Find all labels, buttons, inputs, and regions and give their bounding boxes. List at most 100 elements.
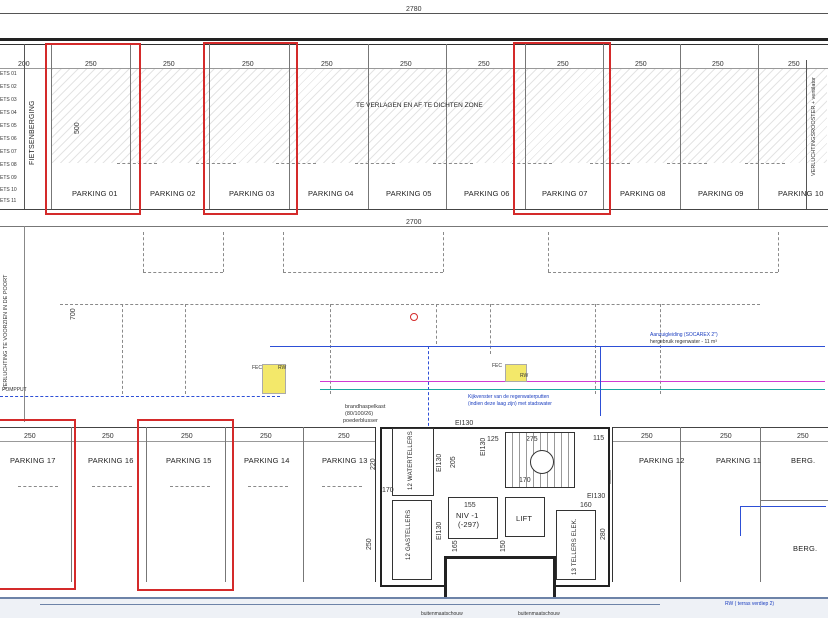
service-duct [443, 232, 444, 272]
highlight-parking-15 [137, 419, 234, 591]
bay-dim: 250 [797, 433, 809, 440]
parking-space-label: PARKING 16 [88, 456, 134, 465]
gas-pipe [320, 381, 825, 382]
parking-space-label: PARKING 14 [244, 456, 290, 465]
gas-meter-room [392, 500, 432, 580]
stair-landing [530, 450, 554, 474]
bay-dim: 250 [641, 433, 653, 440]
facade-label: buitenmaatschouw [421, 611, 463, 617]
dimension-165: 165 [452, 540, 459, 552]
service-duct [143, 272, 223, 273]
highlight-parking-03 [203, 42, 298, 215]
level-value: (-297) [458, 520, 480, 529]
highlight-parking-01 [45, 43, 141, 215]
fec-label: FEC [492, 363, 502, 369]
vertical-pipe [600, 346, 601, 416]
zone-hatch [52, 69, 827, 163]
parking-space-label: PARKING 10 [778, 189, 824, 198]
wheel-stop [322, 486, 362, 487]
fire-hose-dims: (80/100/26) [345, 411, 374, 417]
service-duct [60, 304, 760, 305]
service-duct [185, 304, 186, 394]
pit-note-2: (indien deze laag zijn) met stadswater [468, 401, 552, 407]
bike-row: ETS 08 [0, 162, 17, 168]
bike-row: ETS 03 [0, 97, 17, 103]
service-duct [778, 232, 779, 272]
wheel-stop [745, 163, 785, 164]
ei-rating: EI130 [436, 521, 443, 540]
bottom-dim-line [612, 441, 828, 442]
service-duct [283, 272, 443, 273]
bay-dim: 250 [478, 61, 490, 68]
facade-band [0, 597, 828, 618]
overall-dimension-top: 2780 [406, 6, 422, 13]
highlight-parking-17 [0, 419, 76, 590]
bike-storage-rows: ETS 01 ETS 02 ETS 03 ETS 04 ETS 05 ETS 0… [0, 69, 22, 209]
bay-divider [375, 427, 376, 582]
rainwater-pipe [270, 346, 825, 347]
service-duct [548, 232, 549, 272]
bay-divider [758, 44, 759, 209]
rw-label: RW [520, 373, 529, 379]
bottom-parking-edge [612, 427, 828, 428]
elec-meters-label: 13 TELLERS ELEK. [572, 518, 578, 575]
top-wall [0, 38, 828, 41]
service-duct [283, 232, 284, 272]
storage-label: BERG. [793, 544, 818, 553]
facade-label: buitenmaatschouw [518, 611, 560, 617]
bike-row: ETS 09 [0, 175, 17, 181]
bike-row: ETS 04 [0, 110, 17, 116]
dimension-220: 220 [370, 458, 377, 470]
bike-row: ETS 06 [0, 136, 17, 142]
rw-terrace-note: RW ( terras verdiep 2) [725, 601, 775, 607]
dimension-125: 125 [487, 436, 499, 443]
zone-label: TE VERLAGEN EN AF TE DICHTEN ZONE [356, 102, 483, 109]
wheel-stop [248, 486, 288, 487]
mid-dimension-line [0, 226, 828, 227]
depth-dimension-mid: 700 [70, 308, 77, 320]
parking-space-label: PARKING 11 [716, 456, 762, 465]
overall-dimension-mid: 2700 [406, 219, 422, 226]
rainwater-note-2: hergebruik regenwater - 11 m³ [650, 339, 717, 345]
vertical-pipe [428, 346, 429, 431]
parking-space-label: PARKING 12 [639, 456, 685, 465]
bike-storage-label: FIETSENBERGING [29, 100, 36, 165]
fire-hose-label: brandhaspelkast [345, 404, 386, 410]
ei-rating: EI130 [436, 453, 443, 472]
bike-row: ETS 01 [0, 71, 17, 77]
bay-divider [368, 44, 369, 209]
bay-divider [760, 427, 761, 582]
storage-divider [760, 500, 828, 501]
service-duct [223, 232, 224, 272]
bay-divider [680, 427, 681, 582]
bay-dim: 250 [163, 61, 175, 68]
bay-divider [446, 44, 447, 209]
rw-label: RW [278, 365, 287, 371]
wheel-stop [667, 163, 707, 164]
bay-divider [612, 427, 613, 582]
parking-space-label: PARKING 09 [698, 189, 744, 198]
parking-space-label: PARKING 05 [386, 189, 432, 198]
lift-label: LIFT [516, 514, 533, 523]
bay-dim: 250 [712, 61, 724, 68]
bay-dim: 250 [720, 433, 732, 440]
parking-space-label: PARKING 13 [322, 456, 368, 465]
service-duct [548, 272, 778, 273]
red-target-icon [410, 313, 418, 321]
dimension-205: 205 [450, 456, 457, 468]
pump-pit-label: POMPPUT [2, 387, 27, 393]
rainwater-note: Aanzuigleiding (SOCAREX 2") [650, 332, 718, 338]
dimension-170: 170 [382, 487, 394, 494]
level-label: NIV -1 [456, 511, 479, 520]
service-duct [122, 304, 123, 394]
water-meters-label: 12 WATERTELLERS [408, 431, 414, 490]
ventilation-left-label: VERLUCHTING TE VOORZIEN IN DE POORT [3, 274, 9, 390]
ei-rating: EI130 [455, 420, 474, 427]
parking-space-label: PARKING 02 [150, 189, 196, 198]
service-duct [143, 232, 144, 272]
facade-line [40, 604, 660, 605]
bike-storage-edge [24, 44, 25, 209]
pit-note: Kijkvenster van de regenwaterputten [468, 394, 550, 400]
water-pipe [320, 389, 825, 390]
dimension-115: 115 [593, 435, 605, 442]
